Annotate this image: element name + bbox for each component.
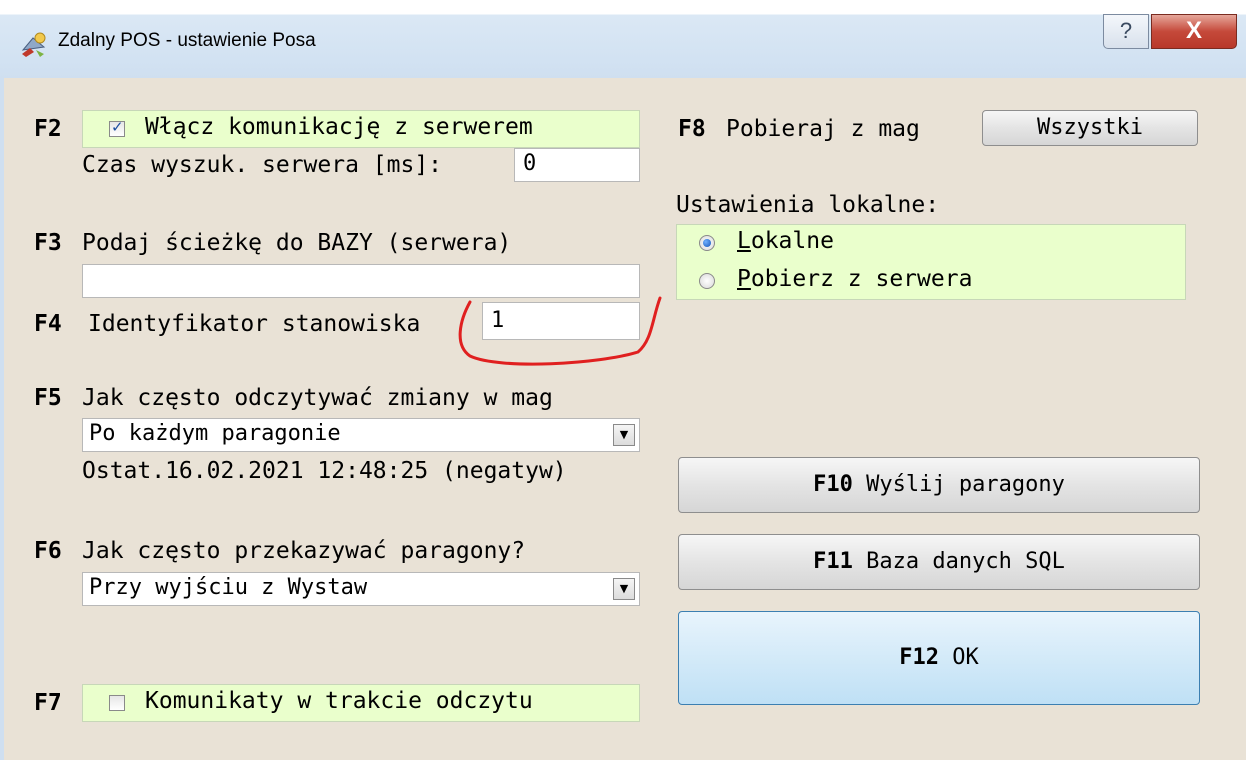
close-button[interactable]: X [1151,14,1237,49]
red-annotation-curve [458,296,662,366]
f2-checkbox[interactable]: ✓ [109,118,125,137]
local-settings-group: Lokalne Pobierz z serwera [676,224,1186,300]
radio-from-server[interactable] [699,273,715,289]
local-settings-title: Ustawienia lokalne: [676,192,940,218]
f2-checkbox-label: Włącz komunikację z serwerem [145,114,533,140]
f10-key-label: F10 [813,472,853,497]
f8-label: Pobieraj z mag [726,116,920,142]
server-search-input[interactable]: 0 [514,148,640,182]
f2-key-label: F2 [34,116,62,142]
chevron-down-icon[interactable]: ▼ [613,578,635,600]
f12-key-label: F12 [899,645,939,670]
window-left-border [0,78,4,760]
f3-key-label: F3 [34,230,62,256]
radio-local[interactable] [699,235,715,251]
read-changes-select[interactable]: Po każdym paragonie ▼ [82,418,640,452]
f8-key-label: F8 [678,116,706,142]
f7-checkbox-row[interactable]: Komunikaty w trakcie odczytu [82,684,640,722]
title-bar[interactable]: Zdalny POS - ustawienie Posa ? X [0,0,1246,78]
f5-label: Jak często odczytywać zmiany w mag [82,385,553,411]
f10-button-label: Wyślij paragony [866,472,1065,497]
radio-local-label[interactable]: Lokalne [737,228,834,254]
dialog-window: Zdalny POS - ustawienie Posa ? X F2 ✓ Wł… [0,0,1246,760]
app-icon [21,32,46,57]
ok-button[interactable]: F12 OK [678,611,1200,705]
server-search-label: Czas wyszuk. serwera [ms]: [82,152,443,178]
warehouse-button[interactable]: Wszystki [982,110,1198,146]
f11-key-label: F11 [813,549,853,574]
f7-checkbox[interactable] [109,695,125,711]
f4-label: Identyfikator stanowiska [88,311,421,337]
window-title: Zdalny POS - ustawienie Posa [58,30,316,51]
send-receipts-button[interactable]: F10 Wyślij paragony [678,457,1200,513]
send-receipts-selected: Przy wyjściu z Wystaw [89,575,368,600]
help-button[interactable]: ? [1103,14,1149,49]
f6-label: Jak często przekazywać paragony? [82,538,526,564]
f2-checkbox-row[interactable]: ✓ Włącz komunikację z serwerem [82,110,640,148]
send-receipts-select[interactable]: Przy wyjściu z Wystaw ▼ [82,572,640,606]
chevron-down-icon[interactable]: ▼ [613,424,635,446]
f6-key-label: F6 [34,538,62,564]
f3-label: Podaj ścieżkę do BAZY (serwera) [82,230,512,256]
ok-button-label: OK [952,645,979,670]
f5-key-label: F5 [34,385,62,411]
sql-database-button[interactable]: F11 Baza danych SQL [678,534,1200,590]
f11-button-label: Baza danych SQL [866,549,1065,574]
checkmark-icon: ✓ [111,118,124,136]
f7-key-label: F7 [34,690,62,716]
f4-key-label: F4 [34,311,62,337]
last-read-status: Ostat.16.02.2021 12:48:25 (negatyw) [82,458,567,484]
radio-from-server-label[interactable]: Pobierz z serwera [737,266,972,292]
read-changes-selected: Po każdym paragonie [89,421,341,446]
f7-checkbox-label: Komunikaty w trakcie odczytu [145,688,533,714]
